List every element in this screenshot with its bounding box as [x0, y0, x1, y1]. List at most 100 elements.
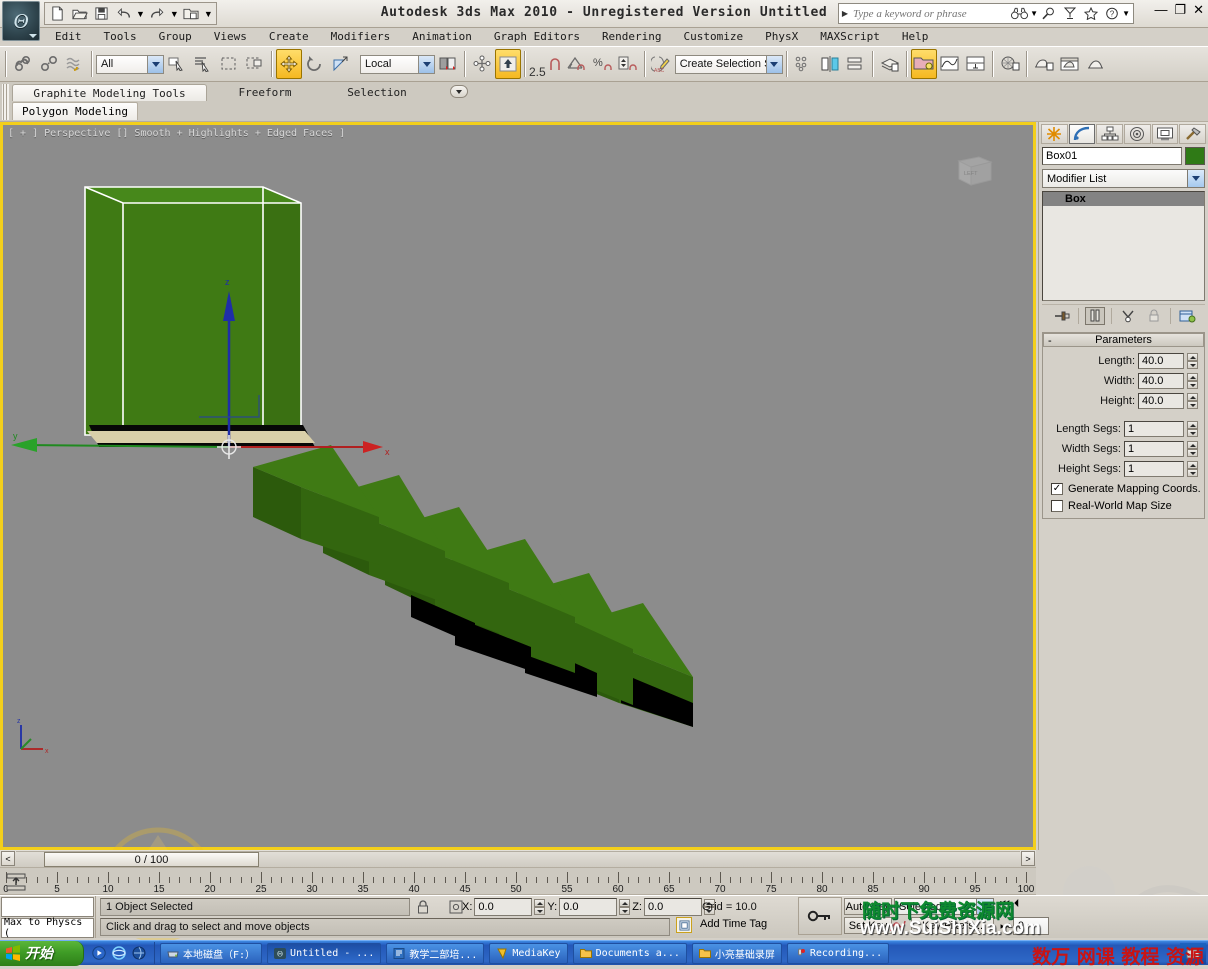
- menu-rendering[interactable]: Rendering: [591, 30, 673, 43]
- current-frame-field[interactable]: 0: [1012, 917, 1049, 935]
- menu-create[interactable]: Create: [258, 30, 320, 43]
- redo-icon[interactable]: [148, 4, 167, 23]
- width-segs-spinner[interactable]: [1187, 441, 1198, 457]
- tray-icon[interactable]: [1186, 948, 1200, 960]
- go-to-end-icon[interactable]: ⏭: [1000, 920, 1010, 933]
- previous-frame-arrow[interactable]: <: [1, 851, 15, 866]
- taskbar-item-max[interactable]: Θ Untitled - ...: [267, 942, 382, 964]
- modifier-stack[interactable]: Box: [1042, 191, 1205, 301]
- taskbar-item-mediakey[interactable]: MediaKey: [489, 942, 568, 964]
- generate-mapping-coords-checkbox[interactable]: ✓: [1051, 483, 1063, 495]
- rendered-frame-window-icon[interactable]: [1057, 49, 1083, 79]
- percent-snap-toggle-icon[interactable]: %: [589, 49, 615, 79]
- chevron-down-icon[interactable]: [418, 55, 434, 73]
- render-setup-icon[interactable]: [1031, 49, 1057, 79]
- width-field[interactable]: 40.0: [1138, 373, 1184, 389]
- set-key-curve-icon[interactable]: [889, 917, 907, 934]
- info-center-search[interactable]: ▶ ▼ ? ▼: [838, 3, 1134, 24]
- make-unique-icon[interactable]: [1118, 307, 1138, 325]
- menu-graph-editors[interactable]: Graph Editors: [483, 30, 591, 43]
- selection-lock-icon[interactable]: [415, 899, 431, 915]
- spinner-snap-toggle-icon[interactable]: [615, 49, 641, 79]
- maxscript-listener-bottom[interactable]: Max to Physcs (: [1, 917, 94, 939]
- window-crossing-icon[interactable]: [242, 49, 268, 79]
- object-name-field[interactable]: Box01: [1042, 147, 1182, 165]
- length-segs-spinner[interactable]: [1187, 421, 1198, 437]
- length-field[interactable]: 40.0: [1138, 353, 1184, 369]
- select-by-name-icon[interactable]: [190, 49, 216, 79]
- height-segs-spinner[interactable]: [1187, 461, 1198, 477]
- height-segs-field[interactable]: 1: [1124, 461, 1184, 477]
- pin-stack-icon[interactable]: [1052, 307, 1072, 325]
- taskbar-item-recording-folder[interactable]: 小亮基础录屏: [691, 942, 782, 964]
- remove-modifier-icon[interactable]: [1144, 307, 1164, 325]
- minimize-button[interactable]: —: [1154, 3, 1167, 16]
- show-end-result-icon[interactable]: [1085, 306, 1105, 325]
- graphite-modeling-toggle-icon[interactable]: [910, 49, 937, 79]
- menu-animation[interactable]: Animation: [401, 30, 483, 43]
- edit-named-selection-sets-icon[interactable]: ABC: [649, 49, 675, 79]
- menu-customize[interactable]: Customize: [673, 30, 755, 43]
- layer-manager-icon[interactable]: [843, 49, 869, 79]
- chevron-down-icon[interactable]: [765, 55, 782, 73]
- key-filters-button[interactable]: Key Filters...: [911, 917, 994, 934]
- bind-to-space-warp-icon[interactable]: [62, 49, 88, 79]
- perspective-viewport[interactable]: [ + ] Perspective [] Smooth + Highlights…: [0, 122, 1036, 943]
- menu-tools[interactable]: Tools: [93, 30, 148, 43]
- ribbon-tab-selection[interactable]: Selection: [322, 84, 432, 101]
- use-pivot-point-center-icon[interactable]: [435, 49, 461, 79]
- selection-filter-combo[interactable]: All: [96, 54, 164, 74]
- hierarchy-tab[interactable]: [1096, 124, 1124, 144]
- undo-icon[interactable]: [114, 4, 133, 23]
- z-field[interactable]: 0.0: [643, 898, 702, 916]
- select-object-icon[interactable]: [164, 49, 190, 79]
- taskbar-item-recording[interactable]: Recording...: [786, 942, 890, 964]
- use-transform-center-icon[interactable]: [495, 49, 521, 79]
- time-slider-track[interactable]: 0 / 100: [16, 851, 1020, 867]
- ribbon-options-dropdown-icon[interactable]: [450, 85, 468, 98]
- chevron-down-icon[interactable]: [29, 34, 37, 38]
- ribbon-tab-freeform[interactable]: Freeform: [210, 84, 320, 101]
- menu-views[interactable]: Views: [203, 30, 258, 43]
- real-world-map-size-row[interactable]: Real-World Map Size: [1051, 500, 1204, 512]
- select-and-link-icon[interactable]: [10, 49, 36, 79]
- display-tab[interactable]: [1151, 124, 1179, 144]
- ribbon-grip[interactable]: [2, 84, 9, 120]
- binoculars-icon[interactable]: [1009, 4, 1030, 23]
- key-filter-combo[interactable]: Selected: [894, 898, 994, 915]
- render-production-icon[interactable]: [1083, 49, 1109, 79]
- named-selection-sets-combo[interactable]: Create Selection Set: [674, 54, 783, 74]
- menu-group[interactable]: Group: [148, 30, 203, 43]
- ribbon-subtab-polygon-modeling[interactable]: Polygon Modeling: [12, 102, 138, 120]
- manage-scene-states-icon[interactable]: [877, 49, 903, 79]
- auto-key-button[interactable]: Auto Key: [844, 898, 892, 915]
- length-segs-field[interactable]: 1: [1124, 421, 1184, 437]
- modify-tab[interactable]: [1068, 124, 1096, 144]
- time-slider[interactable]: < 0 / 100 >: [0, 850, 1036, 868]
- width-spinner[interactable]: [1187, 373, 1198, 389]
- magnifier-icon[interactable]: [1038, 4, 1059, 23]
- track-bar-ruler[interactable]: 0 5 10 15 20 25 30 35 40 45 50 55 60 65 70 75 80 85 90 95 10…: [0, 868, 1036, 895]
- media-player-icon[interactable]: [92, 946, 106, 960]
- menu-maxscript[interactable]: MAXScript: [809, 30, 891, 43]
- x-spinner[interactable]: [534, 899, 546, 915]
- snaps-toggle-icon[interactable]: [547, 49, 563, 79]
- select-and-scale-icon[interactable]: [328, 49, 354, 79]
- taskbar-item-drive[interactable]: 本地磁盘（F:）: [160, 942, 263, 964]
- taskbar-item-documents[interactable]: Documents a...: [572, 942, 687, 964]
- material-editor-icon[interactable]: [997, 49, 1023, 79]
- chevron-down-icon[interactable]: [976, 899, 993, 914]
- help-question-icon[interactable]: ?: [1101, 4, 1122, 23]
- mirror-icon[interactable]: [791, 49, 817, 79]
- favorites-star-icon[interactable]: [1080, 4, 1101, 23]
- create-tab[interactable]: [1041, 124, 1068, 144]
- rollout-collapse-icon[interactable]: -: [1048, 335, 1052, 347]
- go-to-start-icon[interactable]: ⏮: [1000, 898, 1010, 911]
- parameters-rollout-header[interactable]: - Parameters: [1043, 333, 1204, 347]
- open-mini-curve-editor-icon[interactable]: [5, 872, 27, 892]
- application-menu-button[interactable]: Θ: [2, 1, 40, 41]
- menu-help[interactable]: Help: [891, 30, 940, 43]
- align-icon[interactable]: [817, 49, 843, 79]
- use-selection-center-icon[interactable]: [469, 49, 495, 79]
- time-slider-handle[interactable]: 0 / 100: [44, 852, 259, 867]
